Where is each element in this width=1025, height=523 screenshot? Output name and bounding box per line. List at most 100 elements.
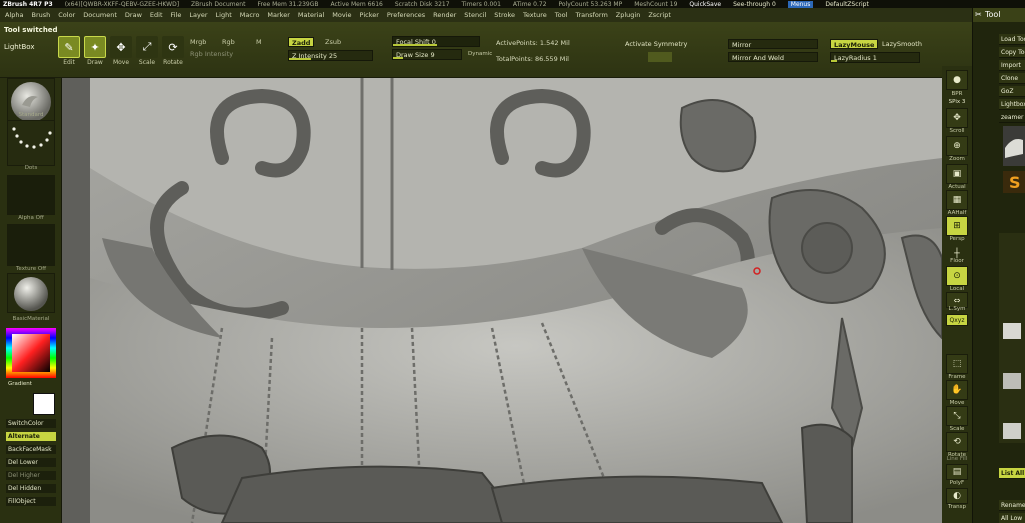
spix-slider[interactable]: SPix 3: [942, 99, 972, 105]
subtool-thumb[interactable]: [1003, 373, 1021, 389]
texture-selector[interactable]: [7, 224, 55, 266]
menu-movie[interactable]: Movie: [331, 11, 352, 19]
lightbox-button[interactable]: LightBox: [4, 43, 56, 51]
tool-thumbnail[interactable]: [1003, 126, 1025, 166]
copy-tool-button[interactable]: Copy Tool: [999, 47, 1025, 58]
persp-button[interactable]: ⊞: [946, 216, 968, 236]
m-button[interactable]: M: [256, 38, 262, 46]
menu-document[interactable]: Document: [82, 11, 118, 19]
menu-preferences[interactable]: Preferences: [386, 11, 426, 19]
zoom-button[interactable]: ⊕: [946, 136, 968, 156]
move-button[interactable]: ✥: [110, 36, 132, 58]
viewport-canvas[interactable]: [62, 78, 942, 523]
see-through-slider[interactable]: See-through 0: [733, 1, 776, 8]
z-intensity-slider[interactable]: Z Intensity 25: [288, 50, 373, 61]
menu-stencil[interactable]: Stencil: [463, 11, 487, 19]
menu-render[interactable]: Render: [432, 11, 457, 19]
brush-selector[interactable]: [7, 78, 55, 126]
menu-file[interactable]: File: [170, 11, 183, 19]
clone-button[interactable]: Clone: [999, 73, 1025, 84]
list-all-button[interactable]: List All: [999, 468, 1025, 479]
bpr-button[interactable]: ●: [946, 70, 968, 90]
draw-size-slider[interactable]: Draw Size 9: [392, 49, 462, 60]
menu-zscript[interactable]: Zscript: [647, 11, 672, 19]
frame-button[interactable]: ⬚: [946, 354, 968, 374]
mirror-button[interactable]: Mirror: [728, 39, 818, 49]
spix-tool-thumbnail[interactable]: S: [1003, 171, 1025, 193]
fillobject-button[interactable]: FillObject: [6, 497, 56, 506]
scale-view-button[interactable]: ⤡: [946, 406, 968, 426]
secondary-color-swatch[interactable]: [33, 393, 55, 415]
dynamic-button[interactable]: Dynamic: [468, 51, 492, 57]
stroke-selector[interactable]: [7, 120, 55, 166]
del-higher-button[interactable]: Del Higher: [6, 471, 56, 480]
mirror-and-weld-button[interactable]: Mirror And Weld: [728, 52, 818, 62]
scale-button[interactable]: ⤢: [136, 36, 158, 58]
quicksave-button[interactable]: QuickSave: [689, 1, 721, 8]
menu-bar: Alpha Brush Color Document Draw Edit Fil…: [0, 8, 980, 22]
draw-button[interactable]: ✦: [84, 36, 106, 58]
all-low-button[interactable]: All Low: [999, 513, 1025, 523]
menu-picker[interactable]: Picker: [359, 11, 380, 19]
goz-button[interactable]: GoZ: [999, 86, 1025, 97]
menu-draw[interactable]: Draw: [124, 11, 143, 19]
material-selector[interactable]: [7, 273, 55, 313]
alternate-button[interactable]: Alternate: [6, 432, 56, 441]
lazymouse-button[interactable]: LazyMouse: [830, 39, 878, 49]
gradient-button[interactable]: Gradient: [0, 381, 62, 387]
lazyradius-slider[interactable]: LazyRadius 1: [830, 52, 920, 63]
subtool-list[interactable]: [999, 233, 1025, 443]
local-button[interactable]: ⊙: [946, 266, 968, 286]
rotate-button[interactable]: ⟳: [162, 36, 184, 58]
zsub-button[interactable]: Zsub: [325, 38, 341, 46]
zadd-button[interactable]: Zadd: [288, 37, 315, 47]
activate-symmetry-button[interactable]: Activate Symmetry: [625, 40, 687, 48]
menu-material[interactable]: Material: [297, 11, 325, 19]
actual-button[interactable]: ▣: [946, 164, 968, 184]
edit-button[interactable]: ✎: [58, 36, 80, 58]
menu-edit[interactable]: Edit: [149, 11, 164, 19]
load-tool-button[interactable]: Load Tool: [999, 34, 1025, 45]
rotate-view-button[interactable]: ⟲: [946, 432, 968, 452]
del-hidden-button[interactable]: Del Hidden: [6, 484, 56, 493]
menu-brush[interactable]: Brush: [30, 11, 51, 19]
qxyz-button[interactable]: Qxyz: [946, 314, 968, 326]
rgb-intensity-slider[interactable]: Rgb Intensity: [190, 50, 233, 58]
transp-button[interactable]: ◐: [946, 488, 968, 504]
default-zscript-button[interactable]: DefaultZScript: [825, 1, 868, 8]
scroll-button[interactable]: ✥: [946, 108, 968, 128]
menu-texture[interactable]: Texture: [522, 11, 548, 19]
subtool-thumb[interactable]: [1003, 323, 1021, 339]
menu-stroke[interactable]: Stroke: [493, 11, 516, 19]
mrgb-button[interactable]: Mrgb: [190, 38, 206, 46]
menu-layer[interactable]: Layer: [188, 11, 208, 19]
menu-marker[interactable]: Marker: [266, 11, 290, 19]
wrench-icon: ✂: [975, 10, 982, 19]
lazysmooth-slider[interactable]: LazySmooth: [882, 40, 922, 48]
menu-color[interactable]: Color: [57, 11, 76, 19]
menu-alpha[interactable]: Alpha: [4, 11, 24, 19]
menu-light[interactable]: Light: [215, 11, 233, 19]
aahalf-button[interactable]: ▦: [946, 190, 968, 210]
menu-transform[interactable]: Transform: [574, 11, 608, 19]
lightbox-tools-button[interactable]: Lightbox: [999, 99, 1025, 110]
alpha-selector[interactable]: [7, 175, 55, 215]
switchcolor-button[interactable]: SwitchColor: [6, 419, 56, 428]
del-lower-button[interactable]: Del Lower: [6, 458, 56, 467]
menu-macro[interactable]: Macro: [239, 11, 261, 19]
menus-toggle[interactable]: Menus: [787, 0, 814, 8]
color-picker[interactable]: [6, 328, 56, 378]
backfacemask-button[interactable]: BackFaceMask: [6, 445, 56, 454]
rename-button[interactable]: Rename: [999, 500, 1025, 511]
polyf-button[interactable]: ▤: [946, 464, 968, 480]
symmetry-axis-toggle[interactable]: [648, 52, 672, 62]
status-bar: ZBrush 4R7 P3 (x64)[QWBR-XKFF-QEBV-GZEE-…: [0, 0, 1025, 8]
move-view-button[interactable]: ✋: [946, 380, 968, 400]
import-button[interactable]: Import: [999, 60, 1025, 71]
tool-palette-header[interactable]: ✂ Tool: [973, 8, 1025, 22]
menu-zplugin[interactable]: Zplugin: [615, 11, 642, 19]
menu-tool[interactable]: Tool: [554, 11, 569, 19]
rgb-button[interactable]: Rgb: [222, 38, 235, 46]
focal-shift-slider[interactable]: Focal Shift 0: [392, 36, 480, 47]
subtool-thumb[interactable]: [1003, 423, 1021, 439]
